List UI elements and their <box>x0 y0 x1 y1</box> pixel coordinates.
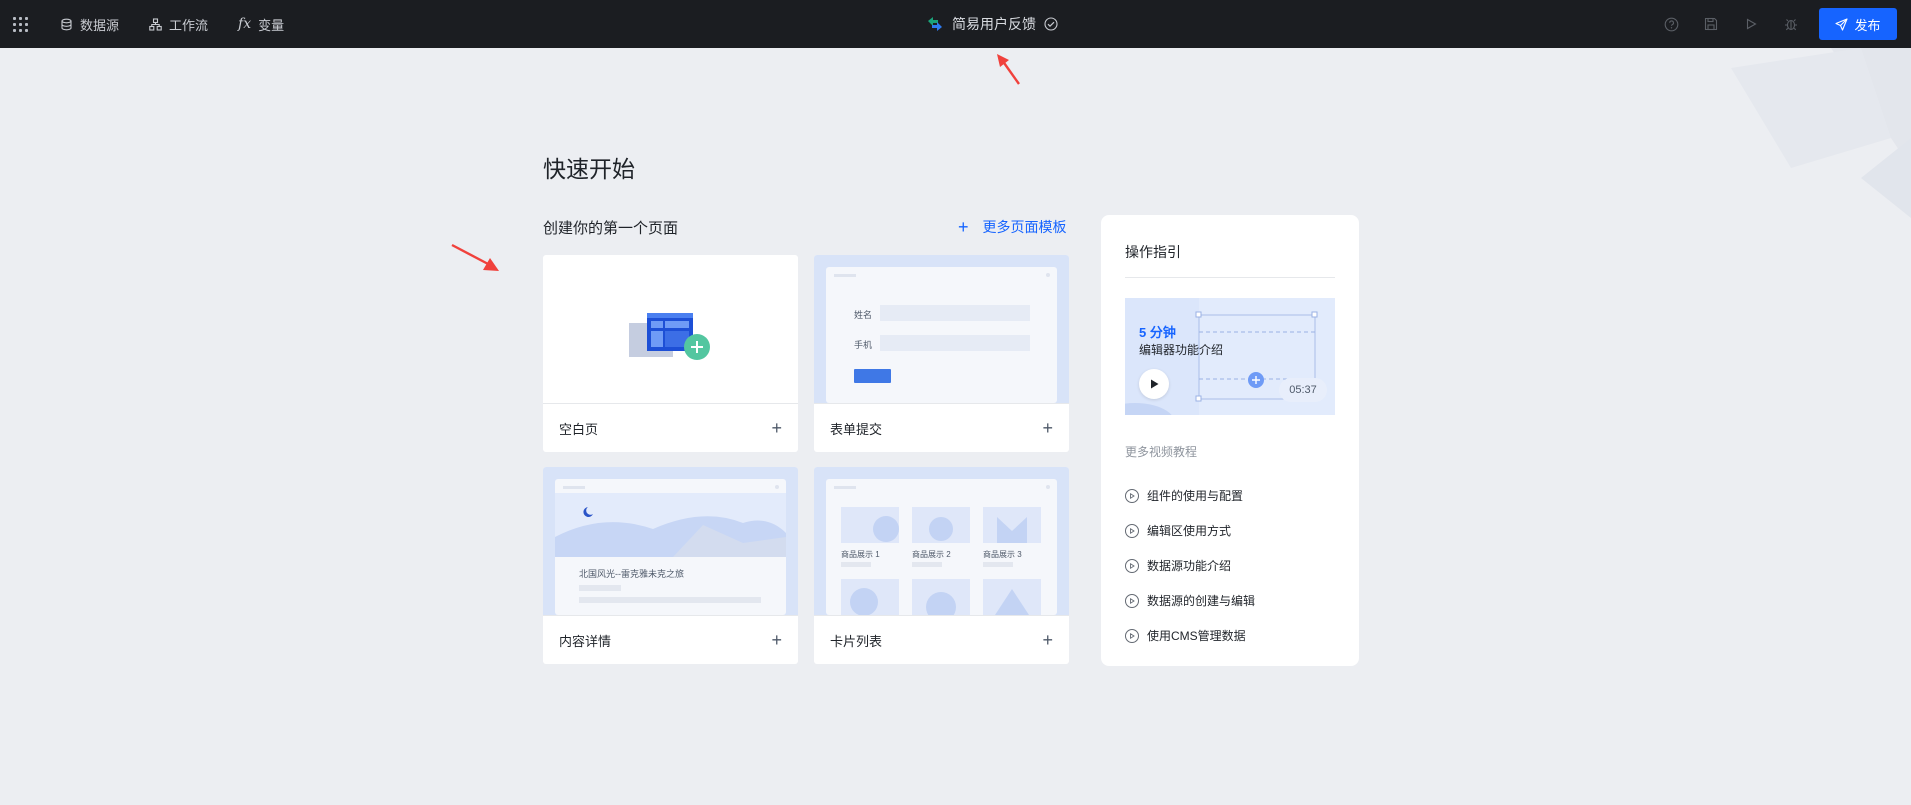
save-icon <box>1704 17 1718 31</box>
play-circle-icon <box>1125 593 1139 608</box>
check-circle-icon <box>1044 17 1058 31</box>
list-item-label: 商品展示 1 <box>841 550 880 559</box>
app-logo-icon <box>928 17 942 31</box>
save-button[interactable] <box>1691 0 1731 48</box>
send-icon <box>1835 17 1849 31</box>
video-title: 5 分钟 <box>1139 325 1176 340</box>
grid-icon <box>12 16 28 32</box>
list-item-label: 商品展示 2 <box>912 550 951 559</box>
card-footer: 内容详情 + <box>543 615 798 664</box>
top-toolbar: 数据源 工作流 fx 变量 简易用户反馈 发布 <box>0 0 1911 48</box>
publish-label: 发布 <box>1854 17 1881 33</box>
add-icon[interactable]: + <box>771 630 782 651</box>
app-title[interactable]: 简易用户反馈 <box>926 0 1058 48</box>
video-list-item[interactable]: 数据源的创建与编辑 <box>1125 583 1255 618</box>
video-item-label: 使用CMS管理数据 <box>1147 629 1246 643</box>
blank-page-illustration <box>629 313 710 360</box>
publish-button[interactable]: 发布 <box>1819 8 1897 40</box>
debug-button[interactable] <box>1771 0 1811 48</box>
card-preview: 姓名 手机 <box>814 255 1069 403</box>
video-item-label: 数据源的创建与编辑 <box>1147 594 1256 608</box>
divider <box>1125 277 1335 278</box>
card-preview: 商品展示 1 商品展示 2 商品展示 3 <box>814 467 1069 615</box>
annotation-arrow-top <box>997 54 1020 85</box>
template-card-list[interactable]: 商品展示 1 商品展示 2 商品展示 3 卡片列表 + <box>814 467 1069 664</box>
help-icon <box>1664 17 1678 31</box>
function-icon: fx <box>238 16 252 32</box>
video-item-label: 组件的使用与配置 <box>1147 489 1244 503</box>
play-circle-icon <box>1125 628 1139 643</box>
card-preview: 北国风光--雷克雅未克之旅 <box>543 467 798 615</box>
first-page-subtitle: 创建你的第一个页面 <box>543 220 679 237</box>
play-circle-icon <box>1125 558 1139 573</box>
card-list-illustration <box>826 479 1057 615</box>
nav-workflow-label: 工作流 <box>169 17 209 33</box>
video-list: 组件的使用与配置 编辑区使用方式 数据源功能介绍 数据源的创建与编辑 使用CMS… <box>1125 478 1255 653</box>
play-icon <box>1151 379 1159 389</box>
app-title-text: 简易用户反馈 <box>952 16 1036 32</box>
add-icon[interactable]: + <box>1042 630 1053 651</box>
bug-icon <box>1785 19 1797 31</box>
video-item-label: 数据源功能介绍 <box>1147 559 1232 573</box>
apps-menu-button[interactable] <box>6 0 34 48</box>
video-list-item[interactable]: 组件的使用与配置 <box>1125 478 1255 513</box>
card-label: 空白页 <box>559 421 599 437</box>
nav-datasource[interactable]: 数据源 <box>54 0 125 48</box>
card-label: 表单提交 <box>830 421 883 437</box>
nav-variable[interactable]: fx 变量 <box>232 0 290 48</box>
play-circle-icon <box>1125 488 1139 503</box>
more-templates-label: 更多页面模板 <box>982 219 1067 235</box>
video-item-label: 编辑区使用方式 <box>1147 524 1232 538</box>
intro-video[interactable]: 5 分钟 编辑器功能介绍 05:37 <box>1125 298 1335 415</box>
play-icon <box>1746 18 1757 30</box>
card-footer: 卡片列表 + <box>814 615 1069 664</box>
nav-workflow[interactable]: 工作流 <box>143 0 214 48</box>
form-field-phone-label: 手机 <box>854 340 873 350</box>
annotation-arrow-left <box>451 243 499 271</box>
video-list-item[interactable]: 使用CMS管理数据 <box>1125 618 1255 653</box>
database-icon <box>61 18 72 30</box>
quick-start-title: 快速开始 <box>543 156 635 182</box>
play-button[interactable] <box>1139 369 1169 399</box>
guide-panel: 操作指引 5 分钟 编辑器功能介绍 05:37 更多视频教程 组件的使用与配置 … <box>1101 215 1359 666</box>
add-icon[interactable]: + <box>771 418 782 439</box>
preview-button[interactable] <box>1731 0 1771 48</box>
more-videos-label: 更多视频教程 <box>1125 445 1198 459</box>
list-item-label: 商品展示 3 <box>983 550 1022 559</box>
card-preview <box>543 255 798 403</box>
form-illustration <box>826 267 1057 403</box>
nav-variable-label: 变量 <box>258 17 285 33</box>
help-button[interactable] <box>1651 0 1691 48</box>
video-subtitle: 编辑器功能介绍 <box>1139 343 1224 357</box>
play-circle-icon <box>1125 523 1139 538</box>
guide-title: 操作指引 <box>1125 244 1181 260</box>
more-templates-link[interactable]: + 更多页面模板 <box>958 217 1067 237</box>
card-footer: 表单提交 + <box>814 403 1069 452</box>
video-list-item[interactable]: 编辑区使用方式 <box>1125 513 1255 548</box>
add-icon[interactable]: + <box>1042 418 1053 439</box>
card-label: 卡片列表 <box>830 633 883 649</box>
detail-headline: 北国风光--雷克雅未克之旅 <box>579 569 684 579</box>
video-duration: 05:37 <box>1279 378 1327 402</box>
form-field-name-label: 姓名 <box>854 310 873 320</box>
template-card-blank[interactable]: 空白页 + <box>543 255 798 452</box>
detail-illustration <box>555 479 786 615</box>
right-tools: 发布 <box>1651 0 1897 48</box>
card-footer: 空白页 + <box>543 403 798 452</box>
card-label: 内容详情 <box>559 633 612 649</box>
workflow-icon <box>149 17 162 31</box>
template-card-form[interactable]: 姓名 手机 表单提交 + <box>814 255 1069 452</box>
plus-icon: + <box>958 217 969 237</box>
video-list-item[interactable]: 数据源功能介绍 <box>1125 548 1255 583</box>
template-card-detail[interactable]: 北国风光--雷克雅未克之旅 内容详情 + <box>543 467 798 664</box>
nav-datasource-label: 数据源 <box>80 17 120 33</box>
background-decoration <box>1731 48 1911 218</box>
